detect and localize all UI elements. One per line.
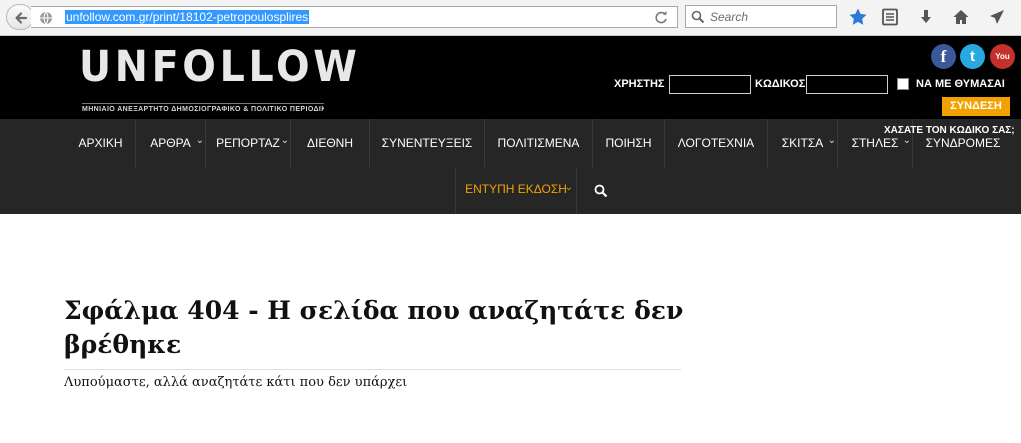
nav-item-label: ΑΡΧΙΚΗ [78, 136, 123, 150]
search-icon [691, 10, 705, 24]
twitter-icon[interactable]: t [960, 44, 985, 69]
username-input[interactable] [669, 75, 751, 94]
nav-item-literature[interactable]: ΛΟΓΟΤΕΧΝΙΑ [665, 119, 768, 167]
back-button[interactable] [6, 4, 34, 30]
reload-icon[interactable] [655, 11, 668, 24]
bookmark-star-icon[interactable] [848, 7, 868, 27]
nav-item-home[interactable]: ΑΡΧΙΚΗ [66, 119, 136, 167]
nav-item-print-edition[interactable]: ΕΝΤΥΠΗ ΕΚΔΟΣΗ ⌄ [455, 167, 577, 214]
chevron-down-icon: ⌄ [827, 135, 836, 146]
address-bar[interactable]: unfollow.com.gr/print/18102-petropoulosp… [31, 6, 678, 28]
download-icon[interactable] [916, 7, 936, 27]
password-label: ΚΩΔΙΚΟΣ [755, 78, 806, 90]
send-icon[interactable] [987, 7, 1007, 27]
nav-item-label: ΠΟΙΗΣΗ [605, 136, 652, 150]
bookmarks-list-icon[interactable] [880, 7, 900, 27]
facebook-icon[interactable]: f [931, 44, 956, 69]
main-nav: ΑΡΧΙΚΗ ΑΡΘΡΑ ⌄ ΡΕΠΟΡΤΑΖ ⌄ ΔΙΕΘΝΗ ΣΥΝΕΝΤΕΥΞ… [0, 119, 1021, 214]
nav-item-international[interactable]: ΔΙΕΘΝΗ [291, 119, 370, 167]
nav-item-label: ΣΥΝΔΡΟΜΕΣ [925, 136, 1001, 150]
nav-item-label: ΣΤΗΛΕΣ [851, 136, 899, 150]
username-label: ΧΡΗΣΤΗΣ [614, 78, 665, 90]
password-input[interactable] [806, 75, 888, 94]
site-header: UNFOLLOW ΜΗΝΙΑΙΟ ΑΝΕΞΑΡΤΗΤΟ ΔΗΜΟΣΙΟΓΡΑΦΙ… [0, 36, 1021, 119]
chevron-down-icon: ⌄ [280, 135, 289, 146]
back-arrow-icon [15, 12, 28, 24]
nav-item-label: ΑΡΘΡΑ [150, 136, 191, 150]
nav-item-articles[interactable]: ΑΡΘΡΑ ⌄ [136, 119, 206, 167]
nav-item-label: ΛΟΓΟΤΕΧΝΙΑ [677, 136, 755, 150]
nav-item-label: ΣΚΙΤΣΑ [781, 136, 824, 150]
nav-item-label: ΣΥΝΕΝΤΕΥΞΕΙΣ [381, 136, 473, 150]
nav-item-poetry[interactable]: ΠΟΙΗΣΗ [593, 119, 665, 167]
remember-me-label: ΝΑ ΜΕ ΘΥΜΑΣΑΙ [916, 78, 1005, 90]
browser-search-box[interactable] [685, 5, 837, 28]
nav-item-sketches[interactable]: ΣΚΙΤΣΑ ⌄ [768, 119, 838, 167]
browser-toolbar: unfollow.com.gr/print/18102-petropoulosp… [0, 0, 1021, 36]
chevron-down-icon: ⌄ [564, 182, 573, 193]
forgot-password-link[interactable]: ΧΑΣΑΤΕ ΤΟΝ ΚΩΔΙΚΟ ΣΑΣ; [884, 125, 1015, 136]
nav-item-label: ΕΝΤΥΠΗ ΕΚΔΟΣΗ [465, 182, 567, 196]
nav-item-label: ΠΟΛΙΤΙΣΜΕΝΑ [497, 136, 580, 150]
chevron-down-icon: ⌄ [195, 135, 204, 146]
nav-item-interviews[interactable]: ΣΥΝΕΝΤΕΥΞΕΙΣ [370, 119, 485, 167]
remember-me-checkbox[interactable] [897, 78, 909, 90]
nav-item-culture[interactable]: ΠΟΛΙΤΙΣΜΕΝΑ [485, 119, 593, 167]
nav-item-reportage[interactable]: ΡΕΠΟΡΤΑΖ ⌄ [206, 119, 291, 167]
error-description: Λυπούμαστε, αλλά αναζητάτε κάτι που δεν … [64, 375, 408, 390]
youtube-icon[interactable]: You [990, 44, 1015, 69]
site-logo[interactable]: UNFOLLOW [79, 41, 361, 93]
globe-icon [40, 11, 52, 25]
nav-search-icon[interactable] [594, 184, 608, 198]
login-button[interactable]: ΣΥΝΔΕΣΗ [942, 97, 1010, 116]
page-title: Σφάλμα 404 - Η σελίδα που αναζητάτε δεν … [64, 296, 684, 359]
nav-item-label: ΡΕΠΟΡΤΑΖ [216, 136, 280, 150]
browser-search-input[interactable] [710, 8, 830, 25]
divider [64, 369, 681, 370]
url-text[interactable]: unfollow.com.gr/print/18102-petropoulosp… [65, 10, 310, 24]
site-tagline: ΜΗΝΙΑΙΟ ΑΝΕΞΑΡΤΗΤΟ ΔΗΜΟΣΙΟΓΡΑΦΙΚΟ & ΠΟΛΙ… [82, 103, 324, 113]
nav-item-label: ΔΙΕΘΝΗ [306, 136, 354, 150]
home-icon[interactable] [951, 7, 971, 27]
